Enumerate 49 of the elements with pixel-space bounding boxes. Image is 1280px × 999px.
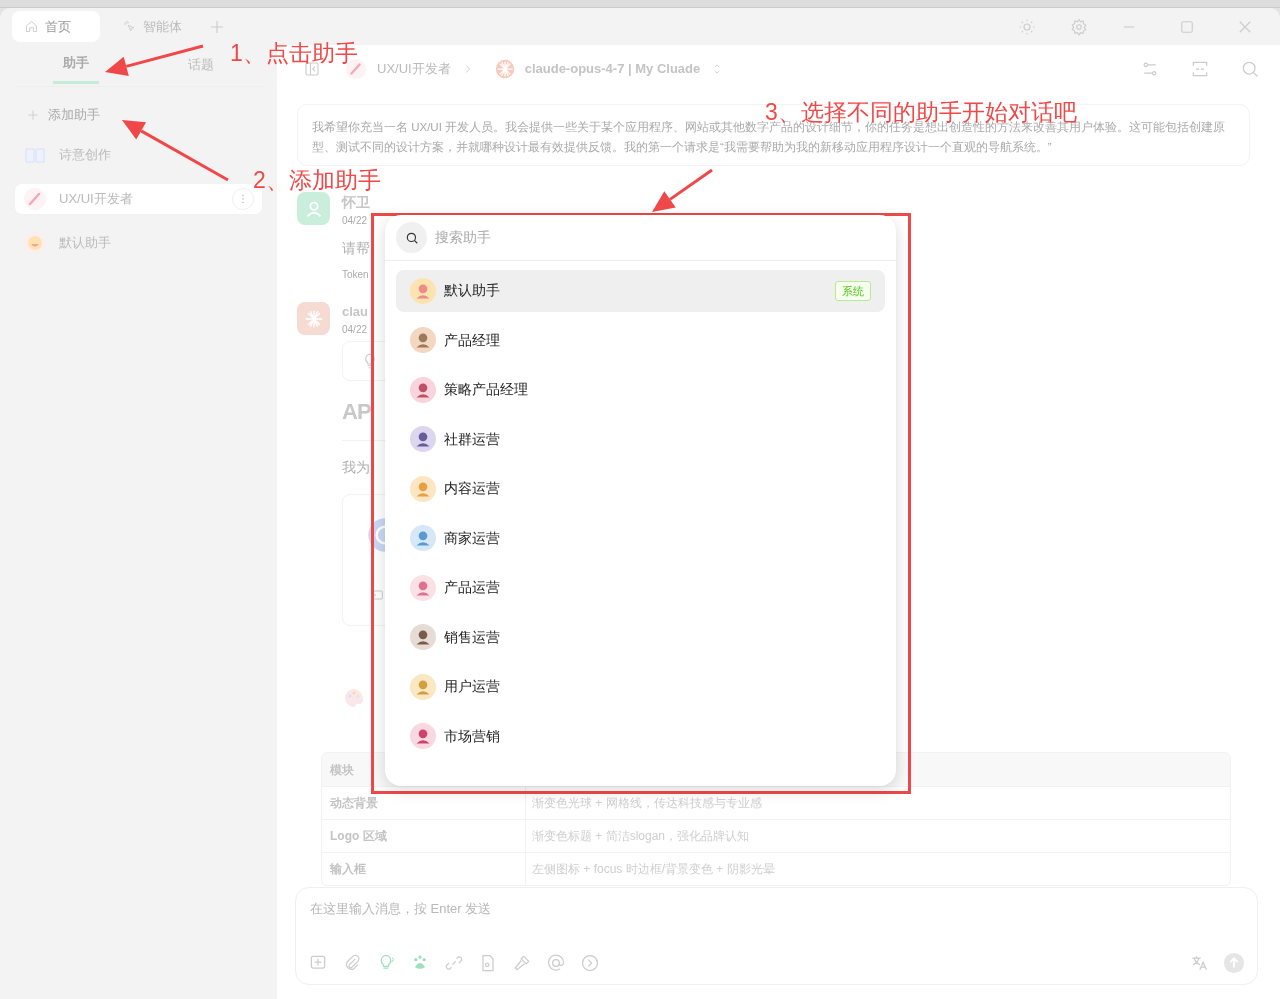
search-icon [404,230,419,245]
plus-icon [26,108,40,122]
assistant-option[interactable]: 商家运营 [396,517,885,559]
theme-icon[interactable] [1018,17,1036,36]
table-cell: Logo 区域 [322,820,526,852]
mention-icon[interactable] [546,953,566,973]
assistant-option[interactable]: 产品经理 [396,319,885,361]
system-tag: 系统 [835,280,871,301]
message-author: 怀卫 [342,193,371,212]
settings-icon[interactable] [1070,17,1088,36]
link-icon[interactable] [444,953,464,973]
avatar-icon [410,277,436,304]
avatar-icon [410,327,436,354]
avatar-icon [410,376,436,403]
avatar-icon [410,525,436,552]
avatar-icon [410,574,436,601]
assistant-name: UX/UI开发者 [59,190,133,209]
assistant-option[interactable]: 产品运营 [396,567,885,609]
annotation-text: 1、点击助手 [230,42,358,65]
avatar-icon [410,723,436,750]
message-input[interactable]: 在这里输入消息，按 Enter 发送 [308,898,1245,920]
token-info: Token [342,268,370,282]
more-button[interactable] [232,188,254,210]
table-cell: 动态背景 [322,787,526,819]
message-time: 04/22 [342,322,369,337]
smiley-icon [23,231,47,255]
message-author: clau [342,303,369,321]
assistant-option[interactable]: 销售运营 [396,616,885,658]
annotation-arrow [652,168,713,212]
assistant-option[interactable]: 默认助手 系统 [396,270,885,312]
assistant-option[interactable]: 策略产品经理 [396,369,885,411]
pencil-icon [23,187,47,211]
assistant-option[interactable]: 内容运营 [396,468,885,510]
assistant-option[interactable]: 社群运营 [396,418,885,460]
assistant-option[interactable]: 用户运营 [396,666,885,708]
message-text: 请帮 [342,239,371,258]
message-text: 我为 [342,457,371,477]
sparkle-icon [122,19,137,34]
model-logo-icon [494,58,515,79]
translate-icon[interactable] [1189,953,1209,973]
message-time: 04/22 [342,214,369,228]
avatar-icon [410,475,436,502]
avatar-icon [410,624,436,651]
hammer-icon[interactable] [512,953,532,973]
avatar-icon [410,426,436,453]
send-icon[interactable] [1223,952,1245,974]
home-icon [24,19,39,34]
avatar-icon [410,673,436,700]
table-cell: 输入框 [322,853,526,885]
